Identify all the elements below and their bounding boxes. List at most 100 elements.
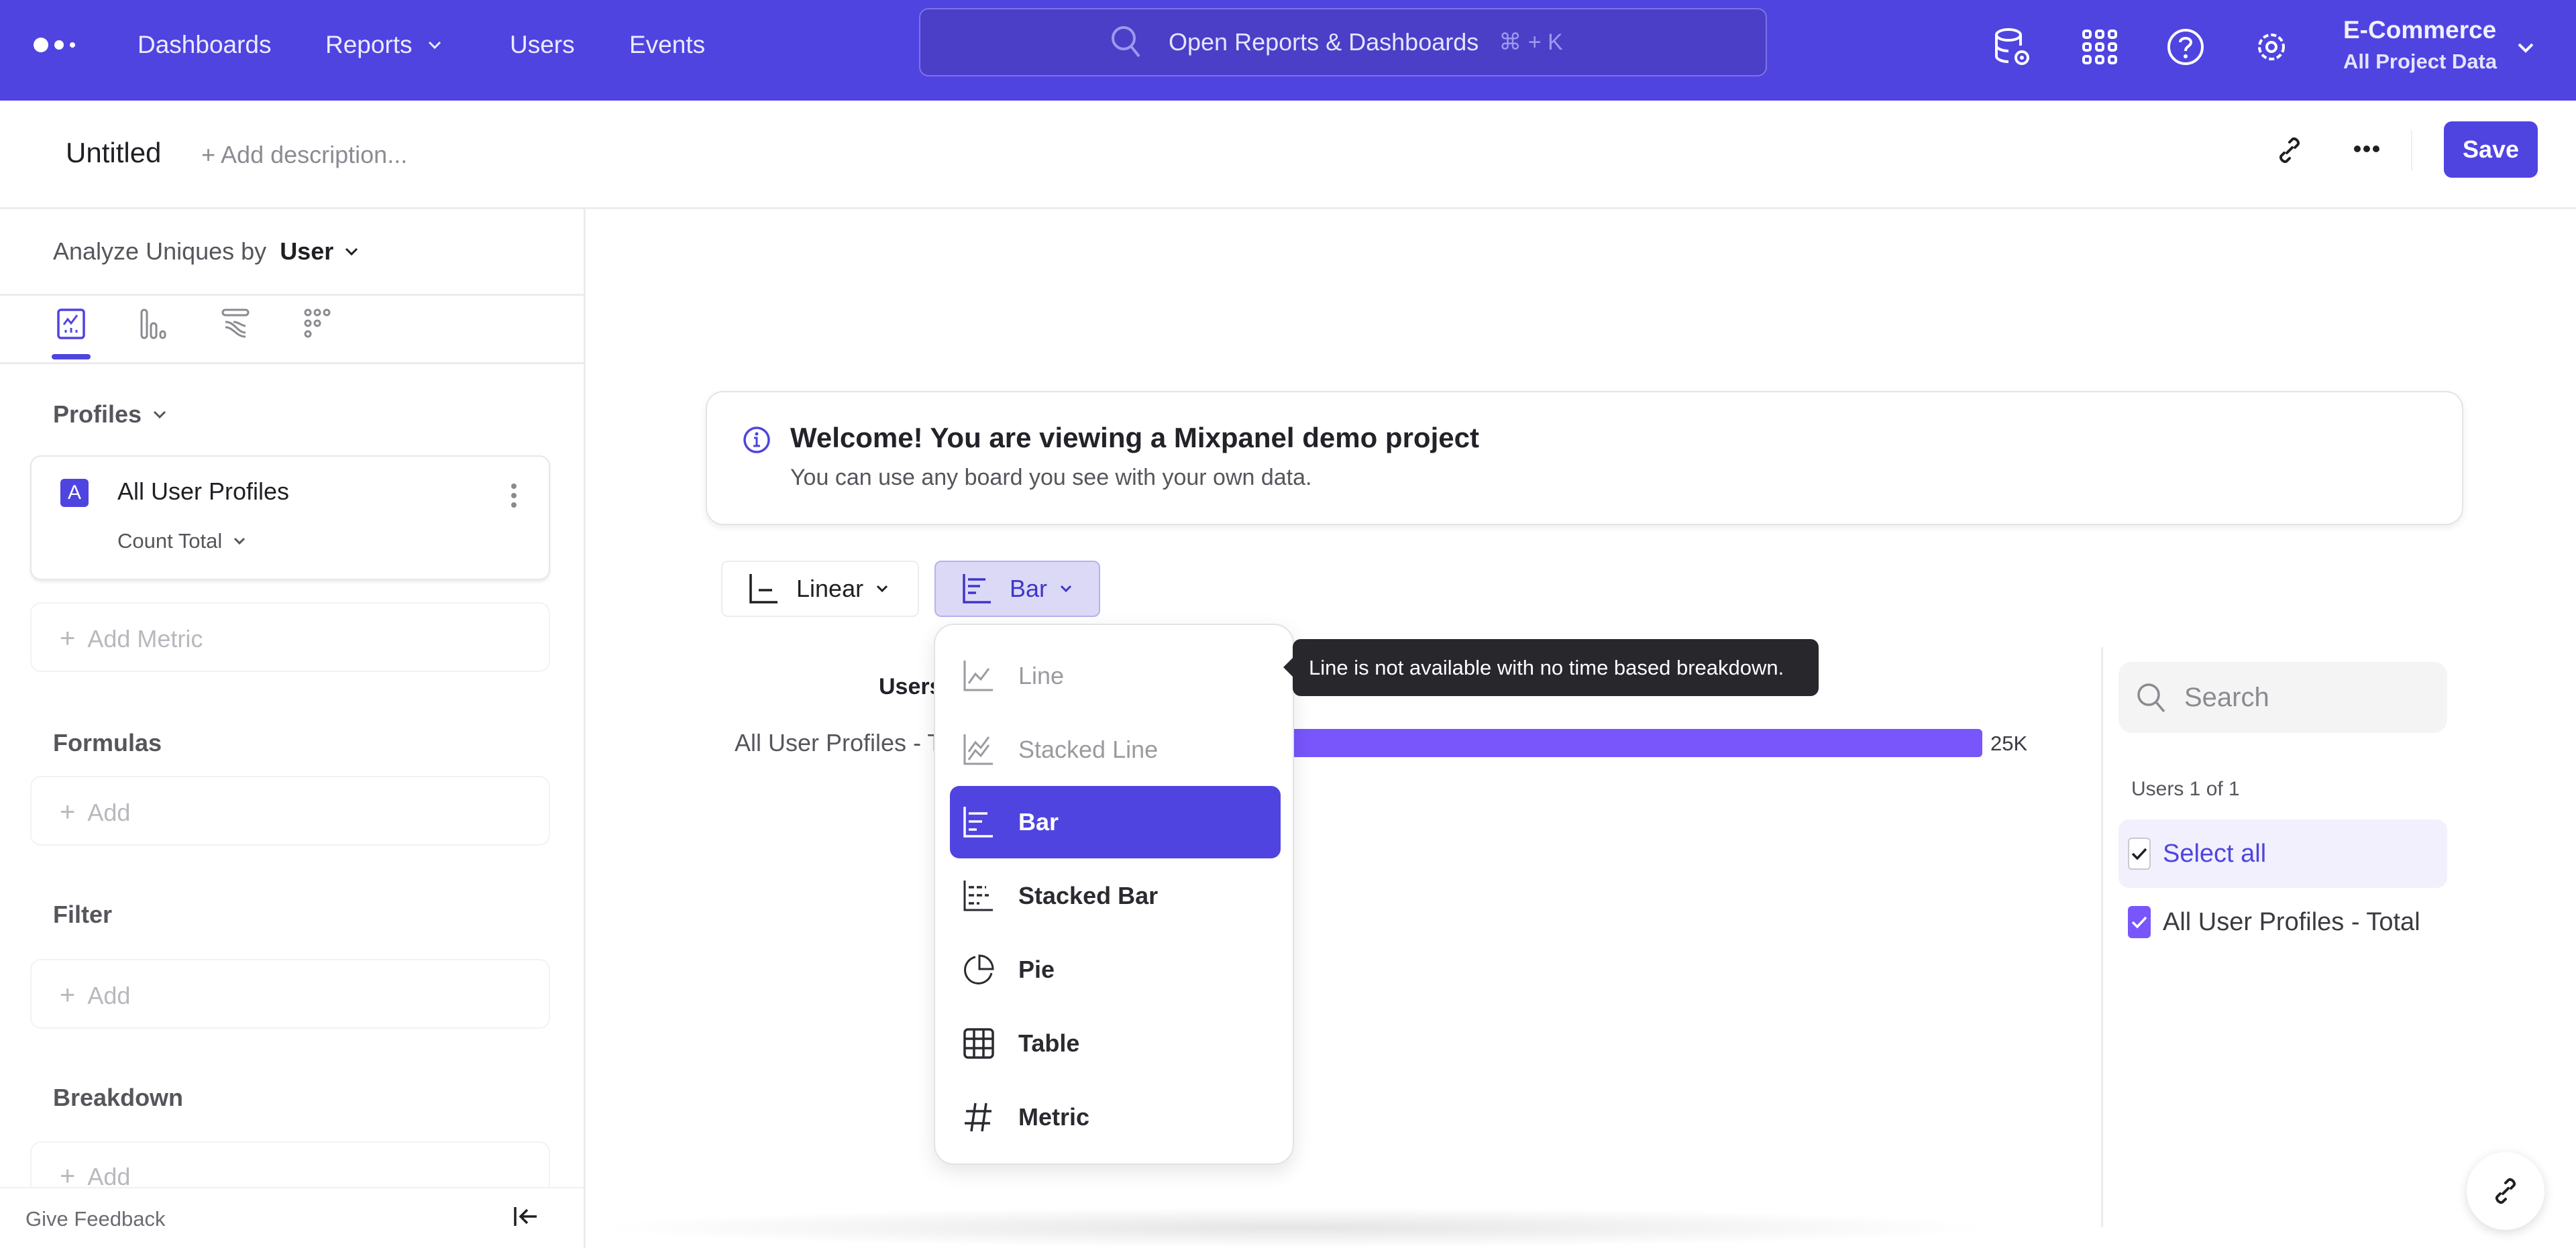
- select-all-label: Select all: [2163, 839, 2267, 868]
- profiles-label: Profiles: [53, 400, 142, 428]
- insights-tab-icon[interactable]: [54, 307, 88, 341]
- analyze-label: Analyze Uniques by: [53, 237, 267, 265]
- aggregation-selector[interactable]: Count Total: [117, 529, 246, 553]
- chevron-down-icon: [153, 410, 166, 419]
- bar-value-label: 25K: [1990, 732, 2028, 755]
- chevron-down-icon[interactable]: [2517, 42, 2534, 54]
- menu-item-stacked-bar[interactable]: Stacked Bar: [950, 860, 1281, 932]
- share-link-button[interactable]: [2467, 1152, 2544, 1230]
- add-label: Add: [87, 1162, 131, 1188]
- menu-item-table[interactable]: Table: [950, 1007, 1281, 1080]
- help-icon[interactable]: [2164, 25, 2207, 68]
- kebab-menu-icon[interactable]: [509, 482, 519, 509]
- chart-type-selector[interactable]: Bar: [934, 561, 1100, 617]
- checkmark-icon: [2131, 848, 2147, 860]
- report-header: Untitled + Add description... Save: [0, 101, 2576, 209]
- metric-card[interactable]: A All User Profiles Count Total: [30, 455, 550, 580]
- metric-name[interactable]: All User Profiles: [117, 477, 289, 506]
- chevron-down-icon: [345, 247, 358, 256]
- query-builder-sidebar: Analyze Uniques by User Profiles A All U…: [0, 209, 586, 1248]
- profiles-selector[interactable]: Profiles: [53, 400, 167, 429]
- pie-chart-icon: [964, 954, 994, 984]
- banner-subtitle: You can use any board you see with your …: [790, 465, 1312, 490]
- add-metric-button[interactable]: + Add Metric: [30, 602, 550, 672]
- checkbox[interactable]: [2128, 838, 2151, 870]
- add-metric-label: Add Metric: [87, 624, 203, 653]
- top-nav: Dashboards Reports Users Events Open Rep…: [0, 0, 2576, 101]
- info-icon: [743, 427, 770, 453]
- add-breakdown-button[interactable]: + Add: [30, 1141, 550, 1187]
- search-placeholder: Open Reports & Dashboards: [1169, 28, 1479, 56]
- add-description[interactable]: + Add description...: [201, 141, 407, 169]
- divider: [0, 1187, 584, 1188]
- chart-type-menu: Line Stacked Line Bar Stacked Bar Pie Ta…: [934, 624, 1294, 1165]
- axis-scale-icon: [749, 574, 777, 604]
- more-options-icon[interactable]: [2352, 142, 2381, 156]
- apps-grid-icon[interactable]: [2078, 25, 2121, 68]
- scale-selector[interactable]: Linear: [721, 561, 919, 617]
- menu-item-label: Line: [1018, 662, 1065, 689]
- menu-item-label: Stacked Line: [1018, 736, 1159, 763]
- nav-events[interactable]: Events: [629, 31, 705, 59]
- flows-tab-icon[interactable]: [219, 307, 252, 341]
- report-title[interactable]: Untitled: [66, 137, 161, 169]
- bar-all-user-profiles-total[interactable]: [1294, 729, 1982, 757]
- column-header-users[interactable]: Users: [879, 674, 943, 700]
- formulas-heading: Formulas: [53, 729, 162, 756]
- global-search-input[interactable]: Open Reports & Dashboards ⌘ + K: [919, 8, 1767, 76]
- menu-item-pie[interactable]: Pie: [950, 933, 1281, 1006]
- bar-chart-icon: [963, 574, 991, 604]
- nav-reports[interactable]: Reports: [325, 31, 442, 59]
- link-icon: [2496, 1178, 2516, 1204]
- divider: [2101, 647, 2103, 1227]
- select-all-checkbox[interactable]: Select all: [2118, 819, 2447, 888]
- menu-item-stacked-line[interactable]: Stacked Line: [950, 714, 1281, 786]
- copy-link-icon[interactable]: [2275, 135, 2304, 165]
- search-placeholder: Search: [2184, 682, 2269, 712]
- menu-item-label: Pie: [1018, 956, 1055, 983]
- settings-gear-icon[interactable]: [2250, 25, 2293, 68]
- chevron-down-icon: [1060, 585, 1072, 593]
- metric-badge: A: [60, 479, 89, 507]
- menu-item-line[interactable]: Line: [950, 640, 1281, 712]
- save-button[interactable]: Save: [2444, 121, 2538, 178]
- nav-dashboards[interactable]: Dashboards: [138, 31, 272, 59]
- menu-item-bar[interactable]: Bar: [950, 786, 1281, 858]
- give-feedback-link[interactable]: Give Feedback: [25, 1207, 166, 1231]
- menu-item-label: Bar: [1018, 808, 1059, 836]
- search-shortcut: ⌘ + K: [1499, 30, 1563, 55]
- project-switcher[interactable]: E-Commerce All Project Data: [2343, 16, 2497, 74]
- data-settings-icon[interactable]: [1991, 25, 2034, 68]
- checkbox[interactable]: [2128, 906, 2151, 938]
- add-label: Add: [87, 981, 131, 1009]
- legend-item-label: All User Profiles - Total: [2163, 907, 2420, 936]
- plus-icon: +: [60, 624, 76, 653]
- active-tab-indicator: [52, 354, 91, 359]
- analyze-uniques-selector[interactable]: Analyze Uniques by User: [53, 237, 359, 266]
- scale-label: Linear: [796, 575, 864, 602]
- plus-icon: +: [60, 797, 76, 827]
- divider: [0, 294, 584, 296]
- bar-chart-icon: [963, 807, 993, 838]
- add-formula-button[interactable]: + Add: [30, 776, 550, 846]
- project-name: E-Commerce: [2343, 16, 2497, 44]
- funnels-tab-icon[interactable]: [136, 307, 170, 341]
- legend-item[interactable]: All User Profiles - Total: [2118, 888, 2447, 956]
- line-unavailable-tooltip: Line is not available with no time based…: [1283, 639, 1819, 696]
- project-scope: All Project Data: [2343, 50, 2498, 73]
- plus-icon: +: [60, 980, 76, 1010]
- menu-item-label: Table: [1018, 1029, 1080, 1057]
- filter-heading: Filter: [53, 901, 113, 928]
- nav-users[interactable]: Users: [510, 31, 575, 59]
- legend-search-input[interactable]: Search: [2118, 662, 2447, 733]
- table-icon: [963, 1028, 994, 1059]
- add-filter-button[interactable]: + Add: [30, 959, 550, 1029]
- menu-item-metric[interactable]: Metric: [950, 1081, 1281, 1153]
- collapse-sidebar-icon[interactable]: [511, 1202, 541, 1231]
- mixpanel-logo[interactable]: [34, 38, 75, 52]
- hash-icon: [965, 1102, 991, 1132]
- retention-tab-icon[interactable]: [301, 307, 335, 341]
- chevron-down-icon: [234, 537, 246, 545]
- nav-users-label: Users: [510, 31, 575, 58]
- nav-reports-label: Reports: [325, 31, 413, 58]
